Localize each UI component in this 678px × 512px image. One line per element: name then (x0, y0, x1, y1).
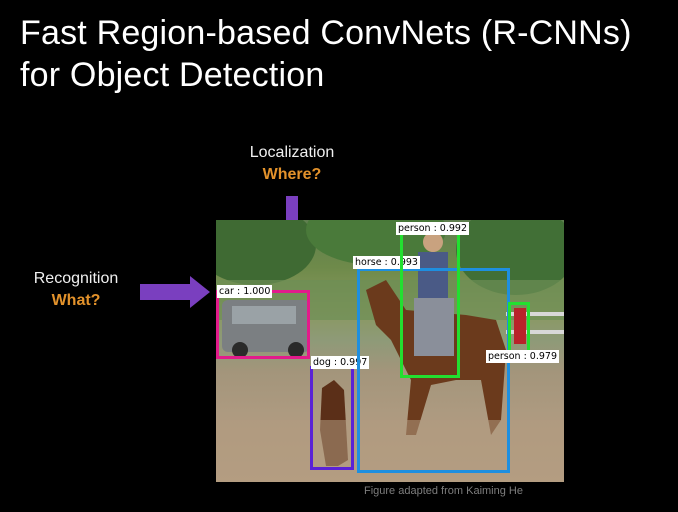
bbox-label-person-rider: person : 0.992 (396, 222, 470, 235)
figure-credit: Figure adapted from Kaiming He (364, 485, 523, 497)
bbox-dog (310, 366, 354, 470)
detection-photo: car : 1.000 dog : 0.997 horse : 0.993 pe… (216, 220, 564, 482)
bbox-label-person-right: person : 0.979 (486, 350, 560, 363)
slide: Fast Region-based ConvNets (R-CNNs) for … (0, 0, 678, 512)
bbox-car (216, 290, 310, 359)
right-arrow-icon (140, 276, 210, 308)
bbox-person-rider (400, 232, 460, 378)
bbox-label-car: car : 1.000 (217, 285, 273, 298)
